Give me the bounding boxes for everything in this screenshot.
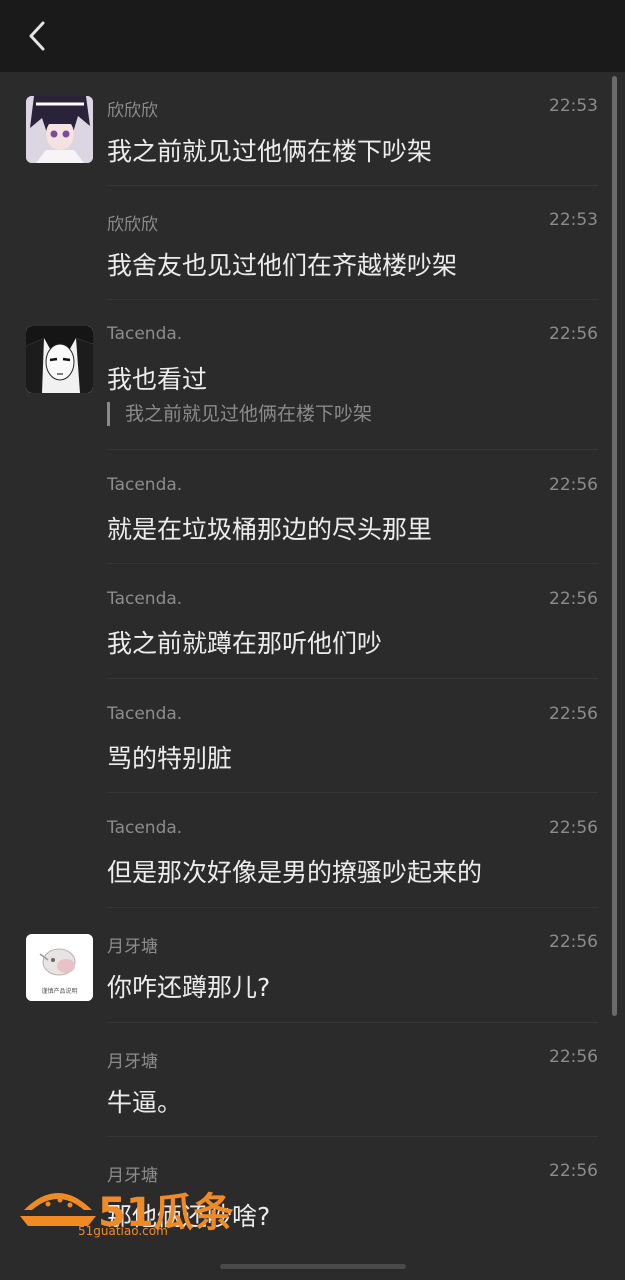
message-item: 月牙塘 22:56 牛逼。 [0,1023,610,1137]
scrollbar[interactable] [612,76,617,1016]
message-text: 你咋还蹲那儿? [107,973,271,1002]
sender-name: Tacenda. [107,475,183,495]
sender-name: 欣欣欣 [107,101,158,121]
top-bar [0,0,625,72]
message-item: Tacenda. 22:56 我也看过 我之前就见过他俩在楼下吵架 [0,300,610,450]
message-time: 22:56 [549,1161,598,1181]
message-time: 22:56 [549,1047,598,1067]
sender-name: Tacenda. [107,324,183,344]
watermark-url: 51guatiao.com [78,1224,168,1238]
message-text: 牛逼。 [107,1088,183,1117]
message-time: 22:56 [549,324,598,344]
quoted-message[interactable]: 我之前就见过他俩在楼下吵架 [107,402,372,426]
message-time: 22:56 [549,704,598,724]
chevron-left-icon [29,21,45,51]
message-time: 22:53 [549,96,598,116]
back-button[interactable] [20,18,54,54]
message-item: 欣欣欣 22:53 我舍友也见过他们在齐越楼吵架 [0,186,610,300]
home-indicator[interactable] [220,1264,406,1269]
avatar[interactable]: 谨慎产品说明 [26,934,93,1001]
message-item: Tacenda. 22:56 但是那次好像是男的撩骚吵起来的 [0,793,610,908]
message-text: 我之前就见过他俩在楼下吵架 [107,137,433,166]
message-item: 谨慎产品说明 月牙塘 22:56 你咋还蹲那儿? [0,908,610,1023]
message-list[interactable]: 欣欣欣 22:53 我之前就见过他俩在楼下吵架 欣欣欣 22:53 我舍友也见过… [0,72,625,1280]
message-text: 但是那次好像是男的撩骚吵起来的 [107,858,483,887]
sender-name: 欣欣欣 [107,215,158,235]
message-text: 我舍友也见过他们在齐越楼吵架 [107,251,458,280]
avatar-caption: 谨慎产品说明 [41,988,78,995]
anime-girl-avatar-icon [26,96,93,163]
sender-name: 月牙塘 [107,937,158,957]
message-text: 我也看过 [107,365,208,394]
message-time: 22:56 [549,818,598,838]
sender-name: Tacenda. [107,589,183,609]
message-text: 骂的特别脏 [107,744,233,773]
message-time: 22:56 [549,589,598,609]
message-text: 我之前就蹲在那听他们吵 [107,629,383,658]
message-text: 就是在垃圾桶那边的尽头那里 [107,515,433,544]
sender-name: Tacenda. [107,818,183,838]
manga-character-avatar-icon [26,326,93,393]
avatar[interactable] [26,96,93,163]
message-item: Tacenda. 22:56 我之前就蹲在那听他们吵 [0,564,610,679]
message-time: 22:53 [549,210,598,230]
message-item: Tacenda. 22:56 骂的特别脏 [0,679,610,793]
avatar[interactable] [26,326,93,393]
message-time: 22:56 [549,475,598,495]
sender-name: Tacenda. [107,704,183,724]
sender-name: 月牙塘 [107,1052,158,1072]
message-time: 22:56 [549,932,598,952]
message-item: Tacenda. 22:56 就是在垃圾桶那边的尽头那里 [0,450,610,564]
message-item: 欣欣欣 22:53 我之前就见过他俩在楼下吵架 [0,72,610,186]
